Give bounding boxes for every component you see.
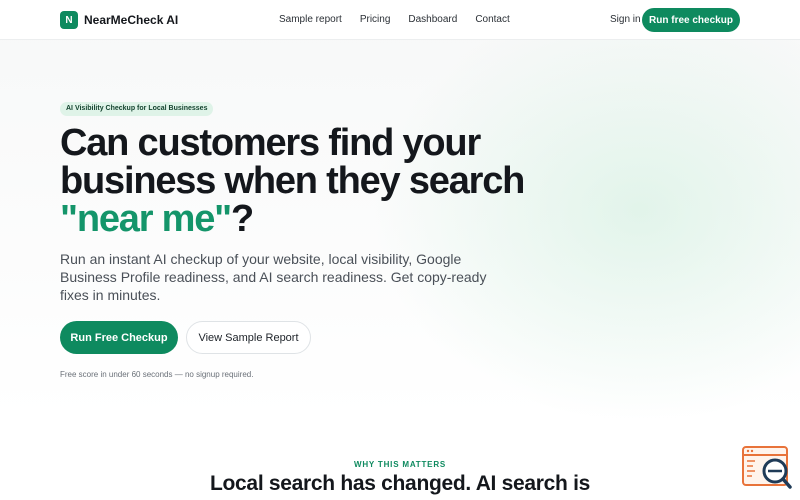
search-report-icon[interactable] — [741, 445, 793, 490]
headline-text: Can customers find your business when th… — [60, 122, 525, 202]
main-nav: Sample report Pricing Dashboard Contact — [279, 14, 528, 25]
nav-dashboard[interactable]: Dashboard — [408, 14, 457, 25]
view-sample-report-button[interactable]: View Sample Report — [186, 321, 311, 354]
header-run-checkup-button[interactable]: Run free checkup — [642, 8, 740, 32]
section-heading: Local search has changed. AI search is — [210, 472, 590, 495]
nav-pricing[interactable]: Pricing — [360, 14, 391, 25]
section-eyebrow: WHY THIS MATTERS — [353, 460, 447, 469]
hero-badge: AI Visibility Checkup for Local Business… — [60, 102, 214, 116]
main-content: AI Visibility Checkup for Local Business… — [0, 0, 800, 500]
widget-graphic — [742, 446, 792, 489]
brand[interactable]: N NearMeCheck AI — [60, 11, 178, 29]
headline-accent: "near me" — [60, 198, 232, 240]
hero-description: Run an instant AI checkup of your websit… — [60, 251, 487, 303]
run-free-checkup-button[interactable]: Run Free Checkup — [60, 321, 178, 354]
hero-headline: Can customers find your business when th… — [60, 124, 530, 238]
brand-name: NearMeCheck AI — [84, 13, 179, 27]
nav-sample-report[interactable]: Sample report — [279, 14, 342, 25]
headline-end: ? — [230, 198, 254, 240]
sign-in-link[interactable]: Sign in — [610, 14, 641, 25]
nav-contact[interactable]: Contact — [475, 14, 509, 25]
site-header: N NearMeCheck AI Sample report Pricing D… — [0, 0, 800, 40]
hero-fineprint: Free score in under 60 seconds — no sign… — [60, 370, 254, 379]
logo-icon: N — [60, 11, 78, 29]
